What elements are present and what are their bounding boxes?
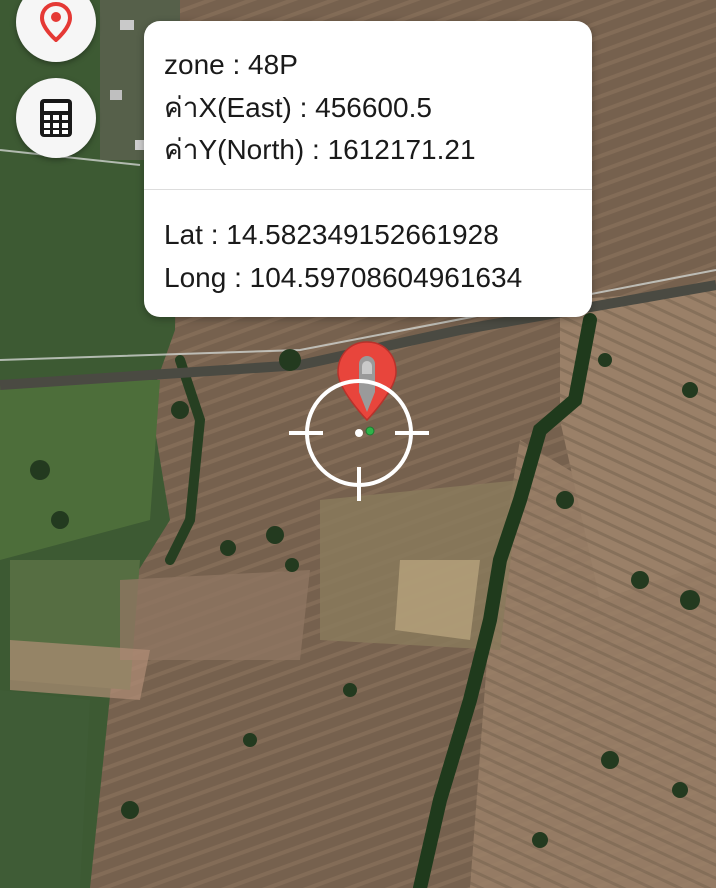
calculator-button[interactable] <box>16 78 96 158</box>
calculator-icon <box>40 99 72 137</box>
coordinates-card: zone : 48P ค่าX(East) : 456600.5 ค่าY(No… <box>144 21 592 317</box>
longitude-text: Long : 104.59708604961634 <box>164 262 523 293</box>
east-text: ค่าX(East) : 456600.5 <box>164 92 432 123</box>
gps-dot <box>365 426 375 436</box>
center-dot <box>355 429 363 437</box>
card-divider <box>144 189 592 190</box>
north-text: ค่าY(North) : 1612171.21 <box>164 134 476 165</box>
zone-text: zone : 48P <box>164 49 298 80</box>
location-pin-icon <box>39 2 73 42</box>
latitude-text: Lat : 14.582349152661928 <box>164 219 499 250</box>
